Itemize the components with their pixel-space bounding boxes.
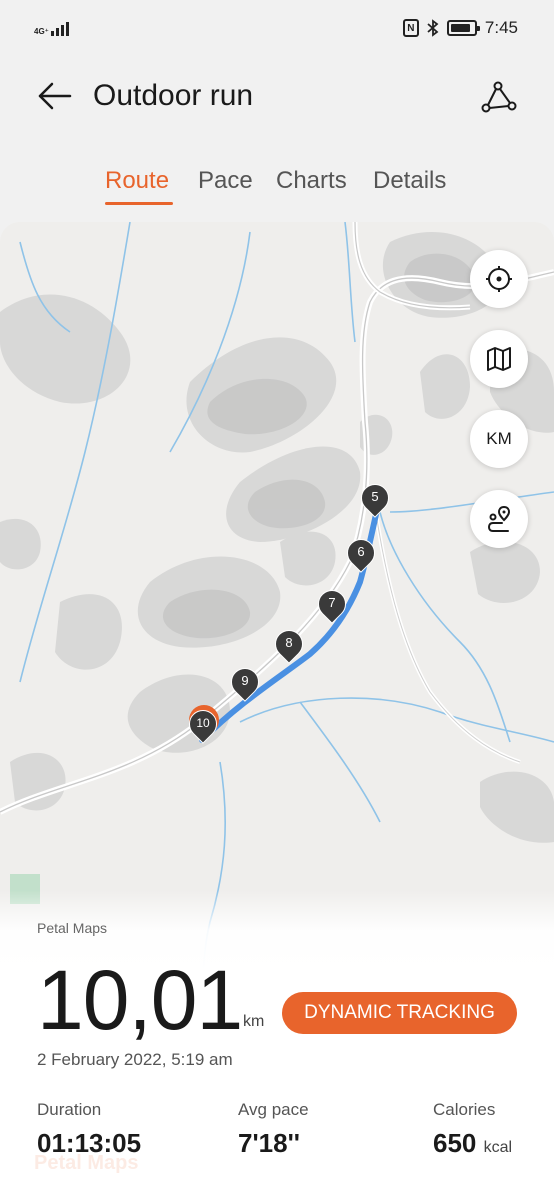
map-layers-button[interactable] xyxy=(470,330,528,388)
bluetooth-icon xyxy=(427,19,439,37)
petal-maps-watermark: Petal Maps xyxy=(34,1152,139,1174)
km-marker[interactable]: 5 xyxy=(355,478,395,518)
route-icon xyxy=(481,81,517,113)
locate-button[interactable] xyxy=(470,250,528,308)
active-tab-indicator xyxy=(105,202,173,205)
distance-unit: km xyxy=(243,1013,265,1030)
page-title: Outdoor run xyxy=(93,79,254,112)
metric-value: 650 kcal xyxy=(433,1128,512,1159)
km-marker[interactable]: 6 xyxy=(341,533,381,573)
tab-route[interactable]: Route xyxy=(105,162,169,200)
km-marker[interactable]: 8 xyxy=(269,624,309,664)
route-pin-icon xyxy=(487,505,511,532)
signal-icon xyxy=(50,20,69,36)
battery-icon xyxy=(446,20,480,36)
arrow-left-icon xyxy=(38,82,72,110)
km-toggle-label: KM xyxy=(486,429,512,448)
nfc-icon: N xyxy=(402,19,419,37)
map-icon xyxy=(487,347,511,371)
metric-avg-pace: Avg pace 7'18'' xyxy=(238,1100,309,1159)
run-summary: Petal Maps 10,01 km DYNAMIC TRACKING 2 F… xyxy=(0,890,554,1200)
status-time: 7:45 xyxy=(484,18,518,37)
network-type: 4G⁺ xyxy=(34,27,49,36)
tab-details[interactable]: Details xyxy=(373,162,446,200)
calories-unit: kcal xyxy=(483,1139,513,1156)
run-date: 2 February 2022, 5:19 am xyxy=(37,1050,233,1069)
signal-indicator: 4G⁺ xyxy=(34,20,69,36)
terrain-shading xyxy=(0,232,554,843)
crosshair-icon xyxy=(486,266,512,292)
distance-value: 10,01 xyxy=(37,953,243,1047)
metric-label: Duration xyxy=(37,1100,102,1119)
metric-calories: Calories 650 kcal xyxy=(433,1100,512,1159)
metric-label: Avg pace xyxy=(238,1100,309,1119)
metric-value: 7'18'' xyxy=(238,1128,300,1158)
tab-charts[interactable]: Charts xyxy=(276,162,347,200)
tab-bar: Route Pace Charts Details xyxy=(0,162,554,208)
km-toggle-button[interactable]: KM xyxy=(470,410,528,468)
tab-pace[interactable]: Pace xyxy=(198,162,253,200)
route-replay-button[interactable] xyxy=(470,490,528,548)
map-attribution: Petal Maps xyxy=(37,920,108,936)
dynamic-tracking-button[interactable]: DYNAMIC TRACKING xyxy=(282,992,517,1034)
metric-label: Calories xyxy=(433,1100,496,1119)
km-marker[interactable]: 7 xyxy=(312,584,352,624)
route-options-button[interactable] xyxy=(478,76,518,116)
back-button[interactable] xyxy=(34,76,74,116)
metric-duration: Duration 01:13:05 xyxy=(37,1100,141,1159)
status-bar: 4G⁺ N 7:45 xyxy=(0,0,554,62)
app-header: Outdoor run xyxy=(0,62,554,132)
km-marker[interactable]: 9 xyxy=(225,662,265,702)
km-marker-end[interactable]: 10 xyxy=(183,704,223,744)
calories-value: 650 xyxy=(433,1128,477,1158)
